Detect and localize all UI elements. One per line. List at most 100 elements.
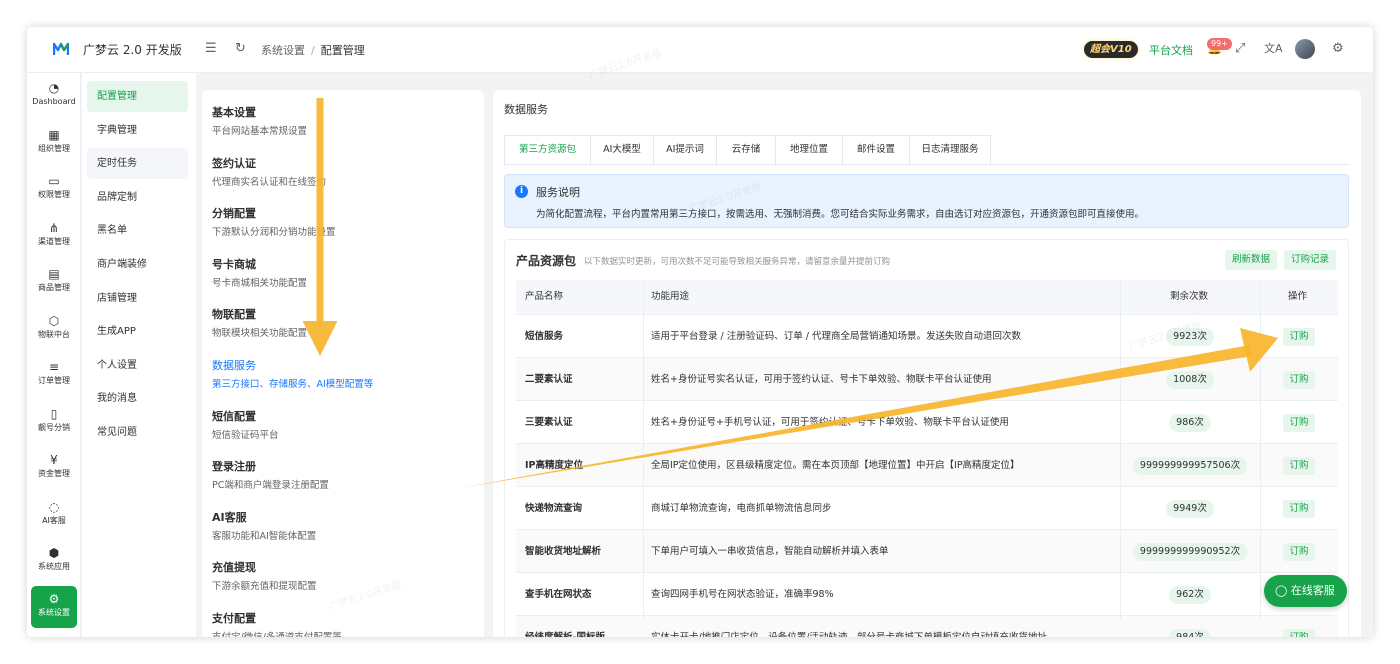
notification-badge: 99+ bbox=[1207, 38, 1232, 50]
collapse-menu-icon[interactable]: ☰ bbox=[205, 41, 217, 57]
config-item[interactable]: 分销配置 下游默认分润和分销功能设置 bbox=[212, 207, 472, 239]
product-use: 全局IP定位使用，区县级精度定位。需在本页顶部【地理位置】中开启【IP高精度定位… bbox=[651, 460, 1020, 471]
order-records-button[interactable]: 订购记录 bbox=[1284, 250, 1337, 270]
chat-icon: ◯ bbox=[1275, 584, 1291, 597]
sidebar-item-3[interactable]: ⋔ 渠道管理 bbox=[27, 221, 81, 265]
fullscreen-icon[interactable]: ⤢ bbox=[1235, 41, 1245, 57]
remaining-count-cell: 999999999990952次 bbox=[1120, 530, 1260, 573]
sidebar-item-4[interactable]: ▤ 商品管理 bbox=[27, 267, 81, 311]
sidebar-item-label: Dashboard bbox=[32, 97, 76, 106]
submenu-item[interactable]: 配置管理 bbox=[87, 81, 188, 112]
order-button[interactable]: 订购 bbox=[1283, 371, 1315, 389]
sidebar-item-label: 系统设置 bbox=[38, 608, 70, 617]
order-button[interactable]: 订购 bbox=[1283, 629, 1315, 637]
tab-6[interactable]: 日志清理服务 bbox=[909, 135, 991, 165]
submenu-item[interactable]: 商户端装修 bbox=[87, 249, 188, 280]
product-card: 产品资源包 以下数据实时更新，可用次数不足可能导致相关服务异常，请留意余量并提前… bbox=[504, 239, 1349, 637]
submenu-item[interactable]: 定时任务 bbox=[87, 148, 188, 180]
action-cell: 订购 bbox=[1260, 616, 1338, 637]
tab-3[interactable]: 云存储 bbox=[716, 135, 776, 165]
submenu-item[interactable]: 我的消息 bbox=[87, 383, 188, 414]
submenu-item[interactable]: 生成APP bbox=[87, 316, 188, 347]
sidebar-item-label: 商品管理 bbox=[38, 283, 70, 292]
translate-icon[interactable]: 文A bbox=[1264, 41, 1283, 57]
sidebar-item-8[interactable]: ¥ 资金管理 bbox=[27, 453, 81, 497]
submenu-item[interactable]: 店铺管理 bbox=[87, 283, 188, 314]
submenu-item[interactable]: 个人设置 bbox=[87, 350, 188, 381]
monitor-icon: ▭ bbox=[48, 174, 60, 188]
submenu-item[interactable]: 常见问题 bbox=[87, 417, 188, 448]
sidebar-item-7[interactable]: ▯ 靓号分销 bbox=[27, 407, 81, 451]
tab-4[interactable]: 地理位置 bbox=[775, 135, 843, 165]
config-item[interactable]: 号卡商城 号卡商城相关功能配置 bbox=[212, 258, 472, 290]
list-icon: ≡ bbox=[48, 360, 60, 374]
config-item[interactable]: 物联配置 物联模块相关功能配置 bbox=[212, 308, 472, 340]
sidebar-item-0[interactable]: ◔ Dashboard bbox=[27, 81, 81, 125]
product-use: 实体卡开卡/地推门店定位、设备位置/活动轨迹、部分号卡商城下单模板定位自动填充收… bbox=[651, 616, 1121, 637]
sidebar: ◔ Dashboard ▦ 组织管理 ▭ 权限管理 ⋔ 渠道管理 ▤ 商品管理 ⬡ 物联中台 ≡ 订单管理… bbox=[27, 73, 81, 637]
table-row: 经纬度解析-国标版实体卡开卡/地推门店定位、设备位置/活动轨迹、部分号卡商城下单… bbox=[516, 615, 1338, 637]
sidebar-item-10[interactable]: ⬢ 系统应用 bbox=[27, 546, 81, 590]
product-name: 快递物流查询 bbox=[525, 503, 583, 514]
config-item[interactable]: AI客服 客服功能和AI智能体配置 bbox=[212, 511, 472, 543]
config-item-desc: PC端和商户端登录注册配置 bbox=[212, 480, 329, 492]
config-item[interactable]: 支付配置支付宝/微信/多通道支付配置等 bbox=[212, 612, 472, 637]
order-button[interactable]: 订购 bbox=[1283, 543, 1315, 561]
submenu-item[interactable]: 字典管理 bbox=[87, 115, 188, 146]
sidebar-item-11[interactable]: ⚙ 系统设置 bbox=[31, 586, 77, 628]
config-item[interactable]: 短信配置 短信验证码平台 bbox=[212, 410, 472, 442]
sidebar-item-5[interactable]: ⬡ 物联中台 bbox=[27, 314, 81, 358]
avatar[interactable] bbox=[1295, 39, 1315, 59]
sidebar-item-label: 资金管理 bbox=[38, 469, 70, 478]
sidebar-item-1[interactable]: ▦ 组织管理 bbox=[27, 128, 81, 172]
table-row: 短信服务 适用于平台登录 / 注册验证码、订单 / 代理商全局营销通知场景。发送失… bbox=[516, 314, 1338, 357]
platform-docs-link[interactable]: 平台文档 bbox=[1149, 42, 1193, 58]
channel-icon: ⋔ bbox=[48, 220, 60, 235]
sidebar-item-label: 渠道管理 bbox=[38, 236, 70, 246]
config-item[interactable]: 签约认证 代理商实名认证和在线签约 bbox=[212, 157, 472, 189]
submenu-item[interactable]: 黑名单 bbox=[87, 215, 188, 246]
submenu-item[interactable]: 品牌定制 bbox=[87, 182, 188, 213]
config-item[interactable]: 登录注册 PC端和商户端登录注册配置 bbox=[212, 460, 472, 492]
service-alert: i 服务说明 为简化配置流程，平台内置常用第三方接口，按需选用、无强制消费。您可… bbox=[504, 174, 1349, 228]
sidebar-item-label: 靓号分销 bbox=[38, 422, 70, 432]
config-item-desc: 下游余额充值和提现配置 bbox=[212, 581, 317, 593]
online-service-label: 在线客服 bbox=[1290, 584, 1335, 597]
sidebar-item-6[interactable]: ≡ 订单管理 bbox=[27, 360, 81, 404]
product-name: 短信服务 bbox=[525, 331, 564, 342]
table-row: 快递物流查询 商城订单物流查询，电商抓单物流信息同步 9949次 订购 bbox=[516, 486, 1338, 529]
order-button[interactable]: 订购 bbox=[1283, 414, 1315, 432]
gear-icon[interactable]: ⚙ bbox=[1332, 41, 1344, 57]
vip-badge[interactable]: 超会V10 bbox=[1084, 41, 1138, 58]
tab-1[interactable]: AI大模型 bbox=[590, 135, 654, 165]
config-item[interactable]: 数据服务 第三方接口、存储服务、AI模型配置等 bbox=[212, 359, 472, 391]
config-item-title: AI客服 bbox=[212, 510, 247, 524]
config-item-desc: 号卡商城相关功能配置 bbox=[212, 277, 308, 289]
order-button[interactable]: 订购 bbox=[1283, 500, 1315, 518]
config-item-title: 签约认证 bbox=[212, 156, 256, 170]
tab-5[interactable]: 邮件设置 bbox=[842, 135, 910, 165]
phone-icon: ▯ bbox=[50, 406, 58, 421]
order-button[interactable]: 订购 bbox=[1283, 457, 1315, 475]
sidebar-item-2[interactable]: ▭ 权限管理 bbox=[27, 174, 81, 218]
remaining-count-badge: 999999999957506次 bbox=[1132, 457, 1248, 475]
tab-2[interactable]: AI提示词 bbox=[653, 135, 717, 165]
refresh-data-button[interactable]: 刷新数据 bbox=[1225, 250, 1278, 270]
config-item-desc: 支付宝/微信/多通道支付配置等 bbox=[212, 631, 472, 637]
tab-0[interactable]: 第三方资源包 bbox=[504, 135, 591, 165]
config-item-desc: 物联模块相关功能配置 bbox=[212, 328, 308, 340]
order-button[interactable]: 订购 bbox=[1283, 328, 1315, 346]
product-use: 商城订单物流查询，电商抓单物流信息同步 bbox=[651, 503, 832, 514]
refresh-icon[interactable]: ↻ bbox=[235, 41, 246, 57]
config-item-title: 登录注册 bbox=[212, 460, 256, 474]
product-name: 智能收货地址解析 bbox=[525, 546, 602, 557]
product-name: 经纬度解析-国标版 bbox=[525, 616, 645, 637]
remaining-count-badge: 9949次 bbox=[1166, 500, 1214, 518]
remaining-count-cell: 984次 bbox=[1120, 616, 1260, 637]
config-item[interactable]: 充值提现 下游余额充值和提现配置 bbox=[212, 561, 472, 593]
breadcrumb-item-system[interactable]: 系统设置 bbox=[261, 44, 305, 57]
tab-underline bbox=[504, 164, 1349, 165]
online-service-button[interactable]: ◯ 在线客服 bbox=[1264, 575, 1347, 607]
config-item[interactable]: 基本设置 平台网站基本常规设置 bbox=[212, 106, 472, 138]
sidebar-item-9[interactable]: ◌ AI客服 bbox=[27, 500, 81, 544]
